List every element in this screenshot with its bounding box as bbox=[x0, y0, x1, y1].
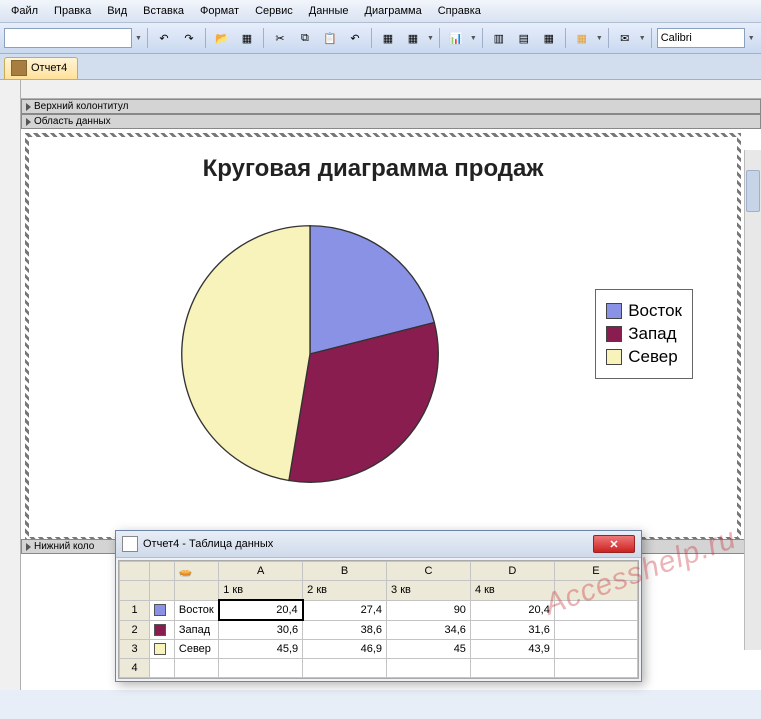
copy-icon[interactable]: ⧉ bbox=[294, 27, 316, 49]
table-icon bbox=[122, 536, 138, 552]
section-detail[interactable]: Область данных bbox=[21, 114, 761, 129]
mail-icon[interactable]: ✉ bbox=[614, 27, 636, 49]
chart-object[interactable]: Круговая диаграмма продаж ВостокЗападСев… bbox=[45, 149, 701, 525]
cut-icon[interactable]: ✂ bbox=[269, 27, 291, 49]
chevron-down-icon[interactable]: ▼ bbox=[135, 35, 142, 42]
col-icon[interactable]: ▥ bbox=[488, 27, 510, 49]
menu-service[interactable]: Сервис bbox=[248, 2, 300, 20]
redo-button[interactable]: ↷ bbox=[178, 27, 200, 49]
vertical-ruler bbox=[0, 80, 21, 690]
chevron-down-icon[interactable]: ▼ bbox=[596, 35, 603, 42]
pie-chart bbox=[175, 219, 445, 489]
menu-format[interactable]: Формат bbox=[193, 2, 246, 20]
chevron-down-icon[interactable]: ▼ bbox=[470, 35, 477, 42]
data-table-window[interactable]: Отчет4 - Таблица данных ✕ 🥧ABCDE1 кв2 кв… bbox=[115, 530, 642, 682]
scroll-thumb[interactable] bbox=[746, 170, 760, 212]
section-page-header[interactable]: Верхний колонтитул bbox=[21, 99, 761, 114]
col2-icon[interactable]: ▤ bbox=[513, 27, 535, 49]
menu-edit[interactable]: Правка bbox=[47, 2, 98, 20]
chart-title: Круговая диаграмма продаж bbox=[45, 155, 701, 183]
view-combo[interactable] bbox=[4, 28, 132, 48]
menu-insert[interactable]: Вставка bbox=[136, 2, 191, 20]
grid-icon[interactable]: ▦ bbox=[377, 27, 399, 49]
chevron-down-icon[interactable]: ▼ bbox=[748, 35, 755, 42]
grid2-icon[interactable]: ▦ bbox=[402, 27, 424, 49]
tab-bar: Отчет4 bbox=[0, 54, 761, 80]
menu-data[interactable]: Данные bbox=[302, 2, 356, 20]
col3-icon[interactable]: ▦ bbox=[538, 27, 560, 49]
paste-icon[interactable]: 📋 bbox=[319, 27, 341, 49]
font-combo[interactable] bbox=[657, 28, 745, 48]
dialog-title: Отчет4 - Таблица данных bbox=[143, 538, 273, 550]
section-label: Верхний колонтитул bbox=[34, 101, 129, 112]
undo2-icon[interactable]: ↶ bbox=[344, 27, 366, 49]
data-grid[interactable]: 🥧ABCDE1 кв2 кв3 кв4 кв1Восток20,427,4902… bbox=[118, 560, 639, 679]
section-label: Область данных bbox=[34, 116, 111, 127]
report-icon bbox=[11, 60, 27, 76]
menu-bar: Файл Правка Вид Вставка Формат Сервис Да… bbox=[0, 0, 761, 23]
toolbar: ▼ ↶ ↷ 📂 ▦ ✂ ⧉ 📋 ↶ ▦ ▦ ▼ 📊 ▼ ▥ ▤ ▦ ▦ ▼ ✉ … bbox=[0, 23, 761, 54]
menu-file[interactable]: Файл bbox=[4, 2, 45, 20]
chart-icon[interactable]: 📊 bbox=[445, 27, 467, 49]
section-label: Нижний коло bbox=[34, 541, 94, 552]
dialog-titlebar[interactable]: Отчет4 - Таблица данных ✕ bbox=[116, 531, 641, 558]
open-icon[interactable]: 📂 bbox=[211, 27, 233, 49]
tab-label: Отчет4 bbox=[31, 62, 67, 74]
menu-view[interactable]: Вид bbox=[100, 2, 134, 20]
highlight-icon[interactable]: ▦ bbox=[571, 27, 593, 49]
chevron-down-icon[interactable]: ▼ bbox=[639, 35, 646, 42]
menu-help[interactable]: Справка bbox=[431, 2, 488, 20]
tab-report[interactable]: Отчет4 bbox=[4, 57, 78, 79]
chart-selection-frame[interactable]: Круговая диаграмма продаж ВостокЗападСев… bbox=[25, 133, 741, 541]
menu-diagram[interactable]: Диаграмма bbox=[358, 2, 429, 20]
vertical-scrollbar[interactable] bbox=[744, 150, 761, 650]
undo-button[interactable]: ↶ bbox=[153, 27, 175, 49]
chevron-down-icon[interactable]: ▼ bbox=[427, 35, 434, 42]
close-button[interactable]: ✕ bbox=[593, 535, 635, 553]
table-icon[interactable]: ▦ bbox=[236, 27, 258, 49]
chart-legend: ВостокЗападСевер bbox=[595, 289, 693, 379]
horizontal-ruler bbox=[21, 80, 761, 99]
